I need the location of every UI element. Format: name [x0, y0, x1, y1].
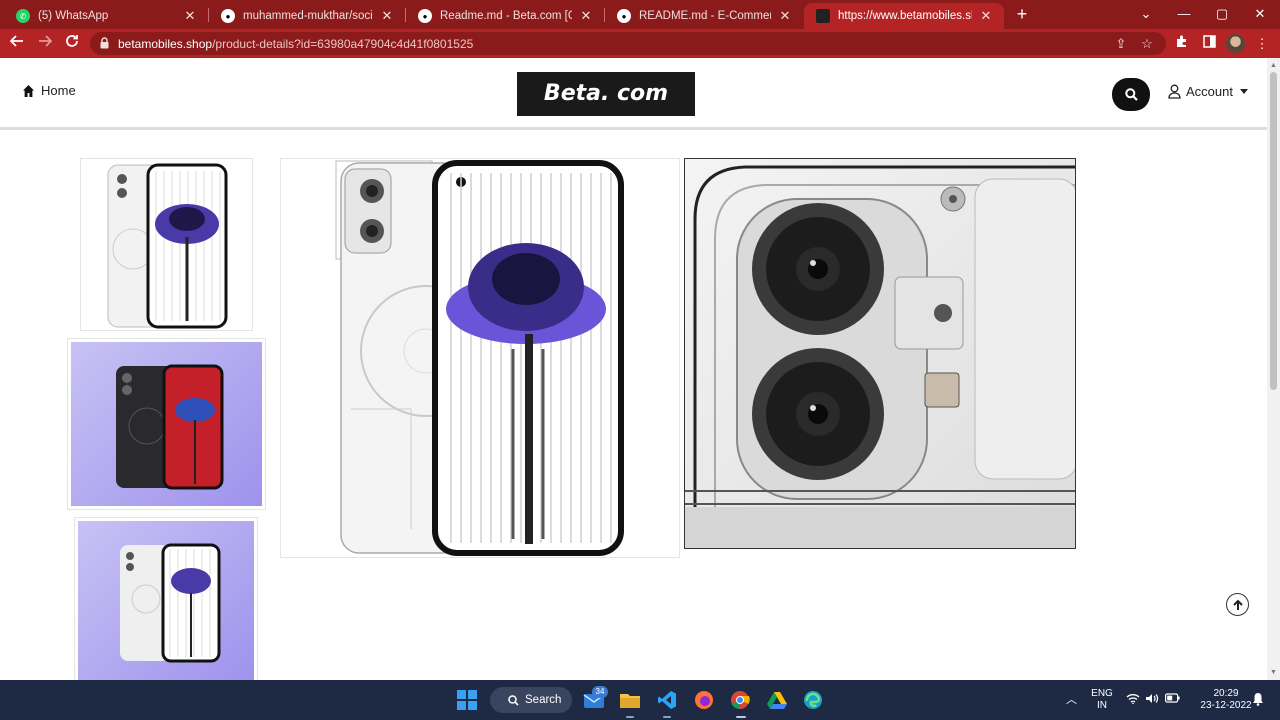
- scroll-up-arrow-icon[interactable]: ▲: [1269, 61, 1278, 70]
- clock[interactable]: 20:29 23-12-2022: [1200, 688, 1252, 712]
- tab-github-readme-ecommerce[interactable]: ● README.md - E-Commerce-app ✕: [605, 3, 803, 29]
- reload-button[interactable]: [61, 33, 83, 55]
- whatsapp-icon: ✆: [16, 9, 30, 23]
- forward-button[interactable]: [34, 33, 56, 55]
- site-logo[interactable]: Beta. com: [517, 72, 695, 116]
- product-main-image[interactable]: [280, 158, 680, 558]
- back-button[interactable]: [6, 33, 28, 55]
- url-text: betamobiles.shop/product-details?id=6398…: [118, 37, 473, 51]
- scroll-down-arrow-icon[interactable]: ▼: [1269, 668, 1278, 677]
- search-button[interactable]: [1112, 78, 1150, 111]
- product-thumbnail[interactable]: [74, 517, 258, 680]
- chrome-icon[interactable]: [728, 688, 752, 712]
- web-page: Home Beta. com Account: [0, 58, 1267, 680]
- tab-label: https://www.betamobiles.shop/p: [838, 10, 972, 22]
- product-thumbnail[interactable]: [67, 338, 266, 510]
- taskbar-search[interactable]: Search: [490, 687, 572, 713]
- region-code: IN: [1097, 700, 1107, 711]
- tab-betamobiles[interactable]: https://www.betamobiles.shop/p ✕: [804, 3, 1004, 29]
- share-icon[interactable]: ⇪: [1112, 35, 1130, 53]
- account-label: Account: [1186, 84, 1233, 99]
- clock-date: 23-12-2022: [1200, 700, 1252, 711]
- close-icon[interactable]: ✕: [978, 8, 994, 24]
- vscode-icon[interactable]: [655, 688, 679, 712]
- file-explorer-icon[interactable]: [618, 688, 642, 712]
- arrow-up-icon: [1232, 599, 1243, 610]
- mail-badge: 34: [592, 686, 608, 698]
- close-icon[interactable]: ✕: [379, 8, 395, 24]
- user-icon: [1168, 84, 1181, 99]
- firefox-icon[interactable]: [692, 688, 716, 712]
- google-drive-icon[interactable]: [765, 688, 789, 712]
- wifi-icon[interactable]: [1126, 693, 1140, 706]
- start-windows-icon[interactable]: [455, 688, 479, 712]
- close-icon[interactable]: ✕: [578, 8, 594, 24]
- phone-image: [120, 543, 221, 663]
- volume-icon[interactable]: [1145, 693, 1159, 708]
- language-indicator[interactable]: ENG IN: [1089, 688, 1115, 712]
- close-icon[interactable]: ✕: [182, 8, 198, 24]
- maximize-button[interactable]: ▢: [1203, 3, 1241, 25]
- product-thumbnail[interactable]: [80, 158, 253, 331]
- language-code: ENG: [1091, 688, 1113, 699]
- scroll-to-top-button[interactable]: [1226, 593, 1249, 616]
- site-navbar: Home Beta. com Account: [0, 58, 1267, 130]
- menu-kebab-icon[interactable]: ⋮: [1252, 34, 1272, 54]
- url-path: /product-details?id=63980a47904c4d41f080…: [212, 37, 474, 51]
- caret-down-icon: [1239, 89, 1248, 94]
- taskbar: Search 34 ︿ ENG IN 20:29 23-12-2022: [0, 680, 1280, 720]
- home-label: Home: [41, 83, 76, 98]
- github-icon: ●: [617, 9, 631, 23]
- tab-search-icon[interactable]: ⌄: [1127, 3, 1165, 25]
- product-zoom-image: [684, 158, 1076, 549]
- tab-github-socio[interactable]: ● muhammed-mukthar/socio-fron ✕: [209, 3, 405, 29]
- clock-time: 20:29: [1213, 688, 1239, 699]
- site-favicon-icon: [816, 9, 830, 23]
- battery-icon[interactable]: [1165, 693, 1180, 707]
- home-link[interactable]: Home: [22, 83, 76, 98]
- show-hidden-icons-icon[interactable]: ︿: [1066, 694, 1077, 706]
- tab-label: README.md - E-Commerce-app: [639, 10, 771, 22]
- tab-label: Readme.md - Beta.com [GitHub]: [440, 10, 572, 22]
- minimize-button[interactable]: —: [1165, 3, 1203, 25]
- running-indicator: [663, 716, 671, 718]
- github-icon: ●: [418, 9, 432, 23]
- phone-image: [107, 163, 228, 329]
- search-icon: [1124, 88, 1138, 101]
- edge-icon[interactable]: [801, 688, 825, 712]
- extensions-icon[interactable]: [1172, 34, 1192, 54]
- tab-label: muhammed-mukthar/socio-fron: [243, 10, 373, 22]
- tab-label: (5) WhatsApp: [38, 10, 109, 22]
- close-window-button[interactable]: ✕: [1241, 3, 1279, 25]
- tab-github-readme-beta[interactable]: ● Readme.md - Beta.com [GitHub] ✕: [406, 3, 604, 29]
- scroll-thumb[interactable]: [1270, 72, 1277, 390]
- tab-whatsapp[interactable]: ✆ (5) WhatsApp ✕: [4, 3, 208, 29]
- page-scrollbar[interactable]: ▲ ▼: [1267, 58, 1280, 680]
- url-domain: betamobiles.shop: [118, 37, 213, 51]
- tab-strip: ✆ (5) WhatsApp ✕ ● muhammed-mukthar/soci…: [0, 0, 1280, 29]
- new-tab-button[interactable]: +: [1013, 4, 1031, 24]
- home-icon: [23, 84, 34, 97]
- bookmark-star-icon[interactable]: ☆: [1138, 35, 1156, 53]
- github-icon: ●: [221, 9, 235, 23]
- side-panel-icon[interactable]: [1199, 34, 1219, 54]
- lock-icon: [100, 37, 109, 49]
- profile-avatar[interactable]: [1226, 34, 1245, 53]
- close-icon[interactable]: ✕: [777, 8, 793, 24]
- running-indicator: [626, 716, 634, 718]
- browser-toolbar: betamobiles.shop/product-details?id=6398…: [0, 29, 1280, 58]
- phone-image: [116, 364, 224, 490]
- camera-closeup-image: [685, 159, 1075, 548]
- notifications-icon[interactable]: [1252, 692, 1264, 710]
- address-bar[interactable]: betamobiles.shop/product-details?id=6398…: [90, 32, 1166, 55]
- running-indicator: [736, 716, 746, 718]
- account-dropdown[interactable]: Account: [1168, 84, 1248, 99]
- search-label: Search: [525, 694, 562, 706]
- phone-image: [335, 160, 624, 556]
- search-icon: [508, 694, 519, 706]
